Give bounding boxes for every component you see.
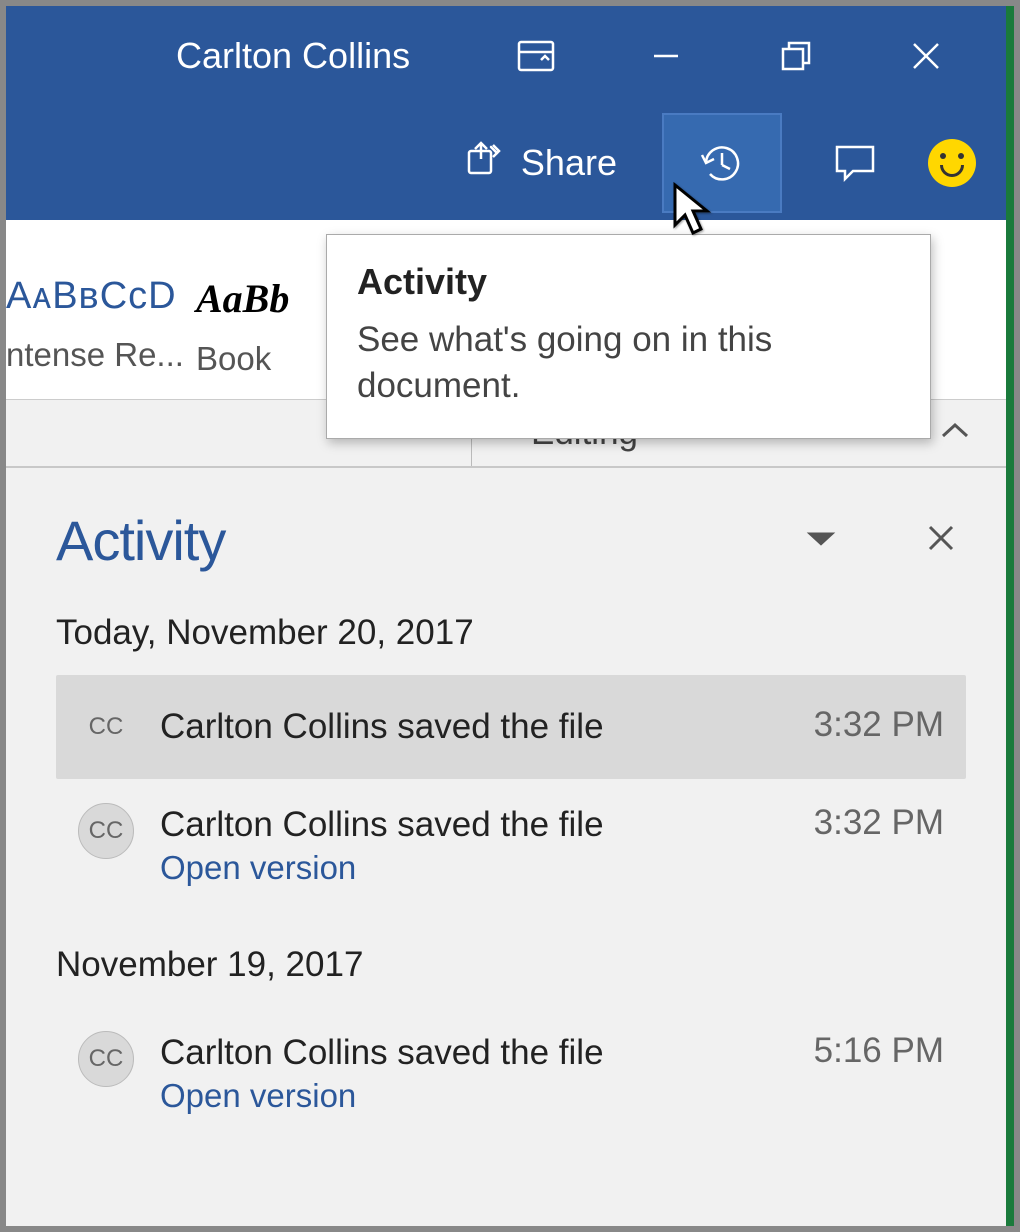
- tooltip-title: Activity: [357, 261, 900, 303]
- user-name: Carlton Collins: [176, 35, 410, 77]
- pane-close-button[interactable]: [926, 523, 956, 558]
- titlebar: Carlton Collins: [6, 6, 1006, 106]
- avatar: CC: [78, 699, 134, 755]
- activity-tooltip: Activity See what's going on in this doc…: [326, 234, 931, 439]
- style-label: Book: [196, 340, 271, 378]
- activity-action: Carlton Collins saved the file: [160, 1031, 794, 1075]
- style-book-title[interactable]: AaBb Book: [196, 275, 346, 378]
- ribbon-display-options-icon[interactable]: [516, 36, 556, 76]
- close-icon[interactable]: [906, 36, 946, 76]
- style-intense-reference[interactable]: AᴀBʙCᴄD ntense Re...: [6, 275, 196, 374]
- avatar: CC: [78, 803, 134, 859]
- activity-action: Carlton Collins saved the file: [160, 803, 794, 847]
- window-controls: [516, 36, 1006, 76]
- tooltip-description: See what's going on in this document.: [357, 317, 900, 408]
- avatar: CC: [78, 1031, 134, 1087]
- activity-time: 3:32 PM: [814, 803, 944, 843]
- pane-controls: [806, 523, 966, 558]
- collapse-ribbon-button[interactable]: [940, 421, 970, 446]
- pane-header: Activity: [56, 508, 966, 573]
- activity-item[interactable]: CC Carlton Collins saved the file 3:32 P…: [56, 675, 966, 779]
- share-label: Share: [521, 142, 617, 184]
- activity-item[interactable]: CC Carlton Collins saved the file Open v…: [56, 1007, 966, 1139]
- style-preview: AᴀBʙCᴄD: [6, 275, 177, 318]
- history-icon: [694, 135, 750, 191]
- activity-pane: Activity Today, November 20, 2017 CC Car…: [6, 468, 1006, 1226]
- restore-icon[interactable]: [776, 36, 816, 76]
- pane-title: Activity: [56, 508, 225, 573]
- style-preview: AaBb: [196, 275, 289, 322]
- activity-time: 5:16 PM: [814, 1031, 944, 1071]
- minimize-icon[interactable]: [646, 36, 686, 76]
- style-label: ntense Re...: [6, 336, 184, 374]
- feedback-button[interactable]: [928, 139, 976, 187]
- share-button[interactable]: Share: [463, 139, 617, 188]
- share-icon: [463, 139, 503, 188]
- activity-item[interactable]: CC Carlton Collins saved the file Open v…: [56, 779, 966, 911]
- ribbon-toolbar: Share: [6, 106, 1006, 220]
- comment-icon: [831, 139, 879, 187]
- activity-date-header: Today, November 20, 2017: [56, 613, 966, 653]
- word-window: Carlton Collins Share: [6, 6, 1014, 1226]
- activity-time: 3:32 PM: [814, 705, 944, 745]
- pane-dropdown-button[interactable]: [806, 529, 836, 552]
- activity-date-header: November 19, 2017: [56, 945, 966, 985]
- smiley-icon: [928, 139, 976, 187]
- open-version-link[interactable]: Open version: [160, 849, 794, 887]
- comments-button[interactable]: [827, 135, 883, 191]
- open-version-link[interactable]: Open version: [160, 1077, 794, 1115]
- activity-action: Carlton Collins saved the file: [160, 705, 794, 749]
- activity-button[interactable]: [662, 113, 782, 213]
